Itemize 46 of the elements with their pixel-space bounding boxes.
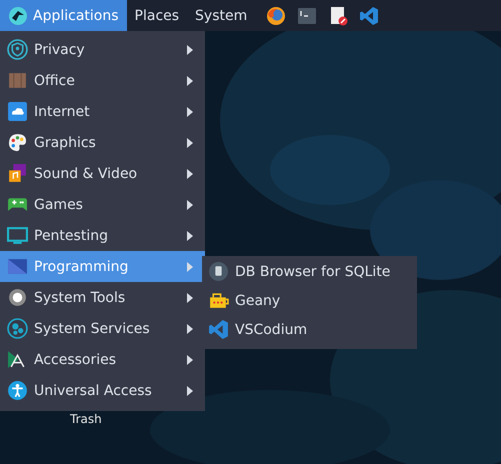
submenu-arrow-icon: [187, 168, 193, 178]
menu-item[interactable]: Sound & Video: [0, 158, 205, 189]
cloud-icon: [7, 101, 28, 122]
menu-item[interactable]: Graphics: [0, 127, 205, 158]
panel-menu-button[interactable]: System: [187, 0, 256, 31]
submenu-arrow-icon: [187, 386, 193, 396]
monitor-icon: [7, 225, 28, 246]
logo-icon: [8, 6, 28, 26]
music-icon: [7, 163, 28, 184]
submenu-arrow-icon: [187, 292, 193, 302]
briefcase-icon: [7, 70, 28, 91]
menu-item[interactable]: Games: [0, 189, 205, 220]
desktop-icon-label[interactable]: Trash: [70, 412, 102, 426]
menu-item[interactable]: Office: [0, 65, 205, 96]
submenu-arrow-icon: [187, 138, 193, 148]
submenu-arrow-icon: [187, 354, 193, 364]
submenu-arrow-icon: [187, 76, 193, 86]
submenu-item[interactable]: VSCodium: [202, 315, 417, 344]
menu-item[interactable]: Universal Access: [0, 375, 205, 406]
menu-item[interactable]: Privacy: [0, 34, 205, 65]
browser-icon[interactable]: [266, 6, 286, 26]
shield-icon: [7, 39, 28, 60]
panel-menu-button[interactable]: Places: [126, 0, 188, 31]
panel-menu-button[interactable]: Applications: [0, 0, 127, 31]
submenu-arrow-icon: [187, 106, 193, 116]
database-icon: [208, 261, 229, 282]
code-editor-icon[interactable]: [359, 6, 380, 26]
submenu-arrow-icon: [187, 230, 193, 240]
gears-icon: [7, 318, 28, 339]
menu-item[interactable]: Internet: [0, 96, 205, 127]
submenu-arrow-icon: [187, 44, 193, 54]
terminal-icon[interactable]: [297, 6, 318, 26]
palette-icon: [7, 132, 28, 153]
code-editor-icon: [208, 319, 229, 340]
submenu-arrow-icon: [187, 200, 193, 210]
submenu-arrow-icon: [187, 324, 193, 334]
menu-item[interactable]: Pentesting: [0, 220, 205, 251]
submenu-item[interactable]: DB Browser for SQLite: [202, 257, 417, 286]
menu-item[interactable]: System Tools: [0, 282, 205, 313]
menu-item[interactable]: System Services: [0, 313, 205, 344]
note-icon[interactable]: [328, 6, 348, 26]
submenu-item[interactable]: Geany: [202, 286, 417, 315]
menu-item[interactable]: Accessories: [0, 344, 205, 375]
submenu-arrow-icon: [187, 262, 193, 272]
accessibility-icon: [7, 380, 28, 401]
programming-icon: [7, 256, 28, 277]
